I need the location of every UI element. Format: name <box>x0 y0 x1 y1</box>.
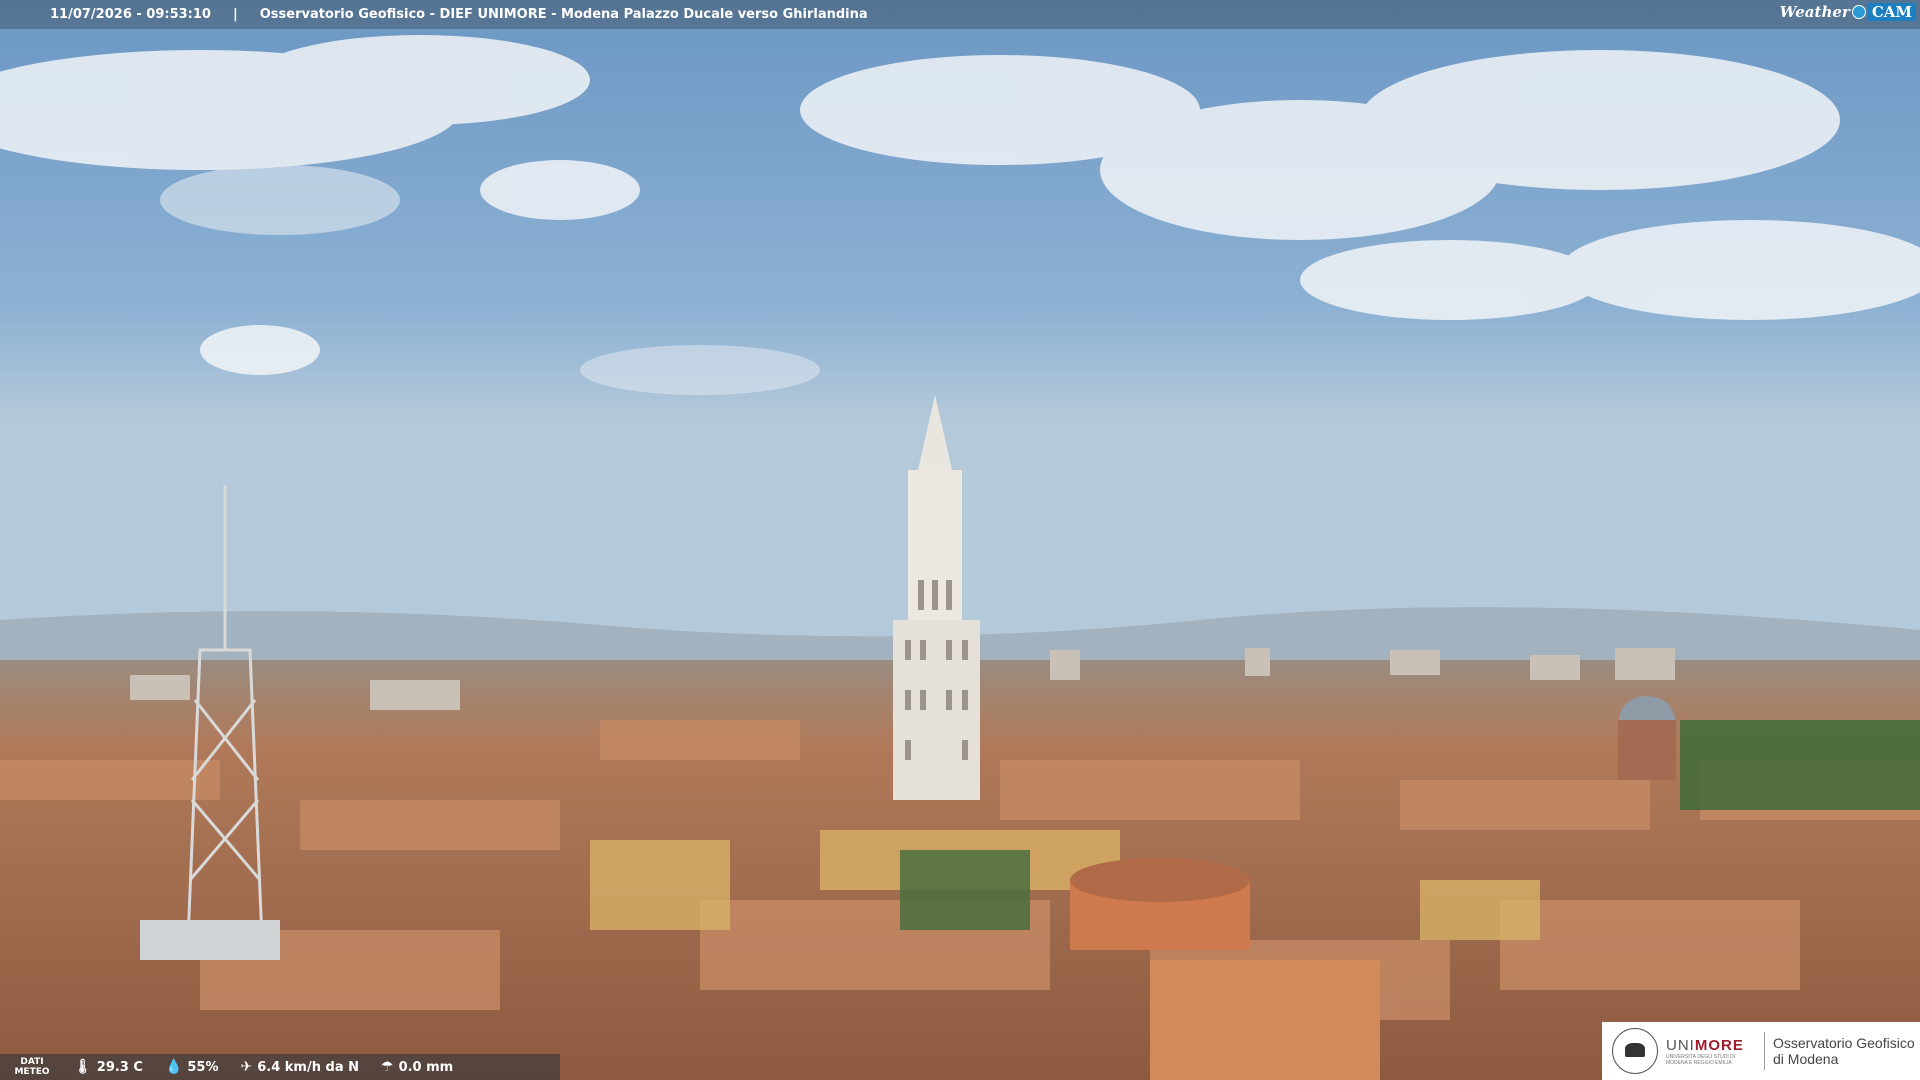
humidity-drop-icon: 💧 <box>164 1059 183 1075</box>
temperature-value: 29.3 C <box>96 1059 143 1075</box>
meteo-rain: ☂ 0.0 mm <box>381 1059 453 1075</box>
meteo-data-bar: DATI METEO 🌡 29.3 C 💧 55% ✈ 6.4 km/h da … <box>0 1054 560 1080</box>
wind-value: 6.4 km/h da N <box>257 1059 359 1075</box>
webcam-scene <box>0 0 1920 1080</box>
observatory-name: Osservatorio Geofisico di Modena <box>1773 1035 1915 1067</box>
humidity-value: 55% <box>187 1059 219 1075</box>
camera-title: Osservatorio Geofisico - DIEF UNIMORE - … <box>259 7 868 22</box>
branding-divider <box>1764 1032 1765 1070</box>
camera-header-bar: 11/07/2026 - 09:53:10 | Osservatorio Geo… <box>0 0 1920 29</box>
timestamp: 11/07/2026 - 09:53:10 <box>50 7 211 22</box>
unimore-prefix: UNI <box>1666 1036 1695 1054</box>
observatory-line2: di Modena <box>1773 1051 1839 1067</box>
rain-gauge-icon: ☂ <box>381 1059 394 1075</box>
unimore-logo: UNIMORE UNIVERSITÀ DEGLI STUDI DI MODENA… <box>1666 1037 1756 1066</box>
green-trees-center <box>900 850 1030 930</box>
meteo-wind: ✈ 6.4 km/h da N <box>241 1059 360 1075</box>
thermometer-icon: 🌡 <box>74 1059 92 1075</box>
weathercam-logo-cam: CAM <box>1867 3 1916 21</box>
unimore-suffix: MORE <box>1694 1036 1744 1054</box>
meteo-label: DATI METEO <box>14 1057 50 1077</box>
unimore-subtitle: UNIVERSITÀ DEGLI STUDI DI MODENA E REGGI… <box>1666 1053 1736 1066</box>
unimore-branding: UNIMORE UNIVERSITÀ DEGLI STUDI DI MODENA… <box>1602 1022 1920 1080</box>
wind-icon: ✈ <box>240 1059 253 1075</box>
weathercam-dot-icon <box>1851 5 1866 19</box>
green-trees <box>1680 720 1920 810</box>
unimore-seal-icon <box>1612 1028 1658 1074</box>
meteo-temperature: 🌡 29.3 C <box>74 1059 143 1075</box>
meteo-humidity: 💧 55% <box>165 1059 219 1075</box>
weathercam-logo[interactable]: Weather CAM <box>1780 3 1916 21</box>
weathercam-logo-weather: Weather <box>1779 3 1850 21</box>
observatory-line1: Osservatorio Geofisico <box>1773 1035 1915 1051</box>
header-separator: | <box>232 7 238 22</box>
rain-value: 0.0 mm <box>398 1059 454 1075</box>
